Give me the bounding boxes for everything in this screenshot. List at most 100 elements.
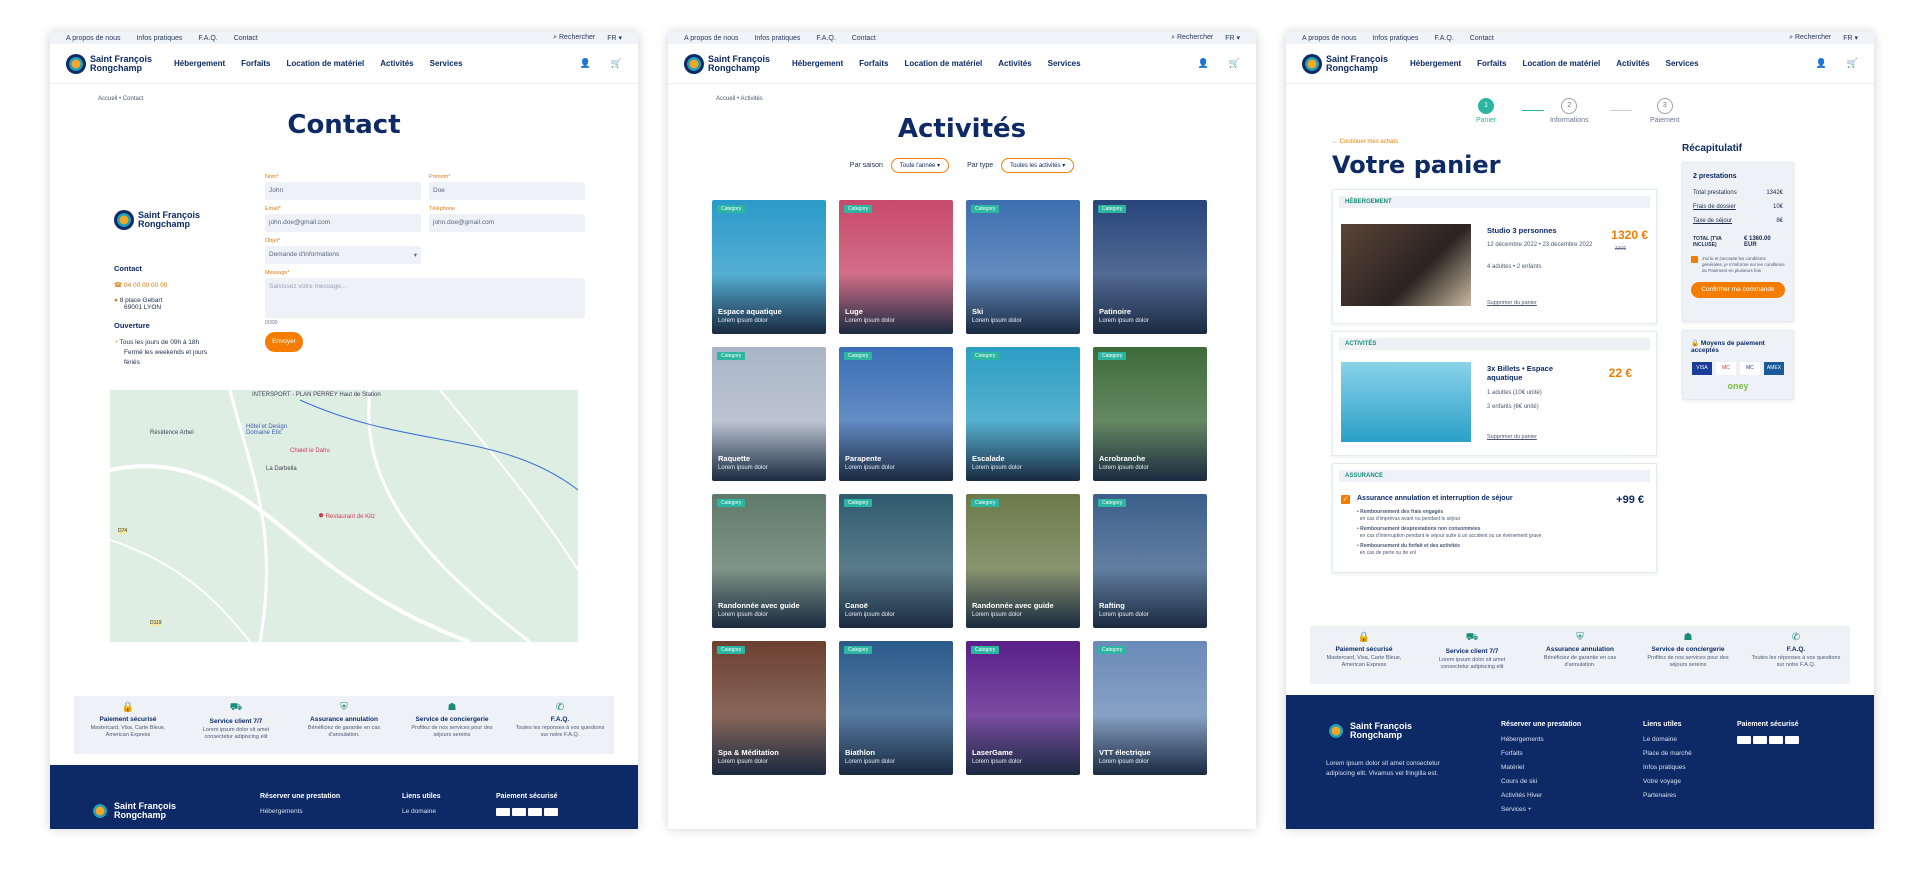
confirm-order-button[interactable]: Confirmer ma commande bbox=[1691, 282, 1785, 298]
footer-link[interactable]: Matériel bbox=[1501, 764, 1643, 771]
activity-card[interactable]: Category Randonnée avec guide Lorem ipsum … bbox=[712, 494, 826, 628]
footer-link[interactable]: Hébergements bbox=[1501, 736, 1643, 743]
topbar-link[interactable]: Contact bbox=[234, 35, 258, 42]
nav-item-location[interactable]: Location de matériel bbox=[286, 59, 364, 68]
topbar-link[interactable]: Infos pratiques bbox=[1372, 35, 1418, 42]
activity-card[interactable]: Category Acrobranche Lorem ipsum dolor bbox=[1093, 347, 1207, 481]
activity-card[interactable]: Category Biathlon Lorem ipsum dolor bbox=[839, 641, 953, 775]
topbar-link[interactable]: Contact bbox=[1470, 35, 1494, 42]
footer-link[interactable]: Cours de ski bbox=[1501, 778, 1643, 785]
nav-item-services[interactable]: Services bbox=[430, 59, 463, 68]
map-marker-chalet[interactable]: Chalet le Dahu bbox=[290, 448, 330, 454]
nom-field[interactable]: John bbox=[265, 182, 421, 200]
topbar-link[interactable]: Infos pratiques bbox=[136, 35, 182, 42]
footer-link[interactable]: Partenaires bbox=[1643, 792, 1737, 799]
hebergement-price: 1320 € bbox=[1611, 228, 1648, 242]
activity-card[interactable]: Category Parapente Lorem ipsum dolor bbox=[839, 347, 953, 481]
season-filter[interactable]: Toute l'année ▾ bbox=[890, 158, 950, 173]
brand-logo[interactable]: Saint François Rongchamp bbox=[66, 53, 152, 74]
brand-logo[interactable]: Saint François Rongchamp bbox=[1302, 53, 1388, 74]
remove-activite-link[interactable]: Supprimer du panier bbox=[1487, 434, 1537, 440]
activity-card[interactable]: Category LaserGame Lorem ipsum dolor bbox=[966, 641, 1080, 775]
main-nav: Saint François Rongchamp Hébergement Forf… bbox=[668, 44, 1256, 84]
nav-item-services[interactable]: Services bbox=[1048, 59, 1081, 68]
nav-item-hebergement[interactable]: Hébergement bbox=[1410, 59, 1461, 68]
topbar-link[interactable]: F.A.Q. bbox=[816, 35, 835, 42]
phone-number[interactable]: 04 00 00 00 00 bbox=[124, 282, 167, 289]
nav-item-activites[interactable]: Activités bbox=[1616, 59, 1649, 68]
cart-icon[interactable]: 🛒 bbox=[1847, 58, 1858, 69]
footer-link[interactable]: Infos pratiques bbox=[1643, 764, 1737, 771]
step-panier[interactable]: 1 Panier bbox=[1476, 98, 1496, 124]
map[interactable]: INTERSPORT - PLAN PERREY Haut de Station… bbox=[110, 390, 578, 642]
activity-card[interactable]: Category Escalade Lorem ipsum dolor bbox=[966, 347, 1080, 481]
cart-icon[interactable]: 🛒 bbox=[611, 58, 622, 69]
send-button[interactable]: Envoyer bbox=[265, 332, 303, 352]
chat-icon: ✆ bbox=[1791, 632, 1801, 643]
language-selector[interactable]: FR ▾ bbox=[1225, 34, 1240, 42]
activity-card[interactable]: Category Espace aquatique Lorem ipsum dolo… bbox=[712, 200, 826, 334]
footer-link[interactable]: Votre voyage bbox=[1643, 778, 1737, 785]
search-link[interactable]: ⌕ Rechercher bbox=[553, 34, 595, 42]
activity-card[interactable]: Category Ski Lorem ipsum dolor bbox=[966, 200, 1080, 334]
remove-hebergement-link[interactable]: Supprimer du panier bbox=[1487, 300, 1537, 306]
phone-field[interactable]: john.doe@gmail.com bbox=[429, 214, 585, 232]
topbar-link[interactable]: A propos de nous bbox=[66, 35, 121, 42]
objet-select[interactable]: Demande d'informations ▾ bbox=[265, 246, 421, 264]
topbar-link[interactable]: A propos de nous bbox=[1302, 35, 1357, 42]
footer-link[interactable]: Services + bbox=[1501, 806, 1643, 813]
topbar-link[interactable]: Contact bbox=[852, 35, 876, 42]
activity-card[interactable]: Category Patinoire Lorem ipsum dolor bbox=[1093, 200, 1207, 334]
cb-icon bbox=[544, 808, 558, 816]
email-field[interactable]: john.doe@gmail.com bbox=[265, 214, 421, 232]
nav-item-forfaits[interactable]: Forfaits bbox=[859, 59, 888, 68]
activity-card[interactable]: Category Randonnée avec guide Lorem ipsum … bbox=[966, 494, 1080, 628]
step-paiement[interactable]: 3 Paiement bbox=[1650, 98, 1680, 124]
step-informations[interactable]: 2 Informations bbox=[1550, 98, 1589, 124]
nav-item-forfaits[interactable]: Forfaits bbox=[241, 59, 270, 68]
user-icon[interactable]: 👤 bbox=[1198, 58, 1209, 69]
cgv-checkbox[interactable] bbox=[1691, 256, 1698, 263]
cart-icon[interactable]: 🛒 bbox=[1229, 58, 1240, 69]
search-link[interactable]: ⌕ Rechercher bbox=[1789, 34, 1831, 42]
activity-card[interactable]: Category Raquette Lorem ipsum dolor bbox=[712, 347, 826, 481]
footer-link[interactable]: Hébergements bbox=[260, 808, 402, 815]
type-filter[interactable]: Toutes les activités ▾ bbox=[1001, 158, 1075, 173]
footer-link[interactable]: Le domaine bbox=[1643, 736, 1737, 743]
footer-link[interactable]: Forfaits bbox=[1501, 750, 1643, 757]
nav-item-activites[interactable]: Activités bbox=[380, 59, 413, 68]
user-icon[interactable]: 👤 bbox=[580, 58, 591, 69]
nav-item-hebergement[interactable]: Hébergement bbox=[792, 59, 843, 68]
continue-shopping-link[interactable]: ← Continuer mes achats bbox=[1332, 139, 1398, 145]
footer-link[interactable]: Le domaine bbox=[402, 808, 496, 815]
nav-item-location[interactable]: Location de matériel bbox=[1522, 59, 1600, 68]
nav-item-forfaits[interactable]: Forfaits bbox=[1477, 59, 1506, 68]
footer-link[interactable]: Activités Hiver bbox=[1501, 792, 1643, 799]
topbar-link[interactable]: A propos de nous bbox=[684, 35, 739, 42]
activity-card[interactable]: Category Spa & Méditation Lorem ipsum dolo… bbox=[712, 641, 826, 775]
cb-icon bbox=[1785, 736, 1799, 744]
prenom-field[interactable]: Doe bbox=[429, 182, 585, 200]
brand-logo[interactable]: Saint François Rongchamp bbox=[684, 53, 770, 74]
footer-logo[interactable]: Saint François Rongchamp bbox=[90, 793, 260, 829]
message-textarea[interactable]: Saisissez votre message... bbox=[265, 278, 585, 318]
footer-logo[interactable]: Saint François Rongchamp bbox=[1326, 721, 1501, 741]
nav-item-hebergement[interactable]: Hébergement bbox=[174, 59, 225, 68]
language-selector[interactable]: FR ▾ bbox=[1843, 34, 1858, 42]
nav-item-services[interactable]: Services bbox=[1666, 59, 1699, 68]
activity-card[interactable]: Category Luge Lorem ipsum dolor bbox=[839, 200, 953, 334]
topbar-link[interactable]: F.A.Q. bbox=[1434, 35, 1453, 42]
nav-item-activites[interactable]: Activités bbox=[998, 59, 1031, 68]
user-icon[interactable]: 👤 bbox=[1816, 58, 1827, 69]
language-selector[interactable]: FR ▾ bbox=[607, 34, 622, 42]
activity-card[interactable]: Category VTT électrique Lorem ipsum dolor bbox=[1093, 641, 1207, 775]
map-marker-restaurant[interactable]: ● Restaurant de Kitz bbox=[318, 510, 375, 521]
topbar-link[interactable]: Infos pratiques bbox=[754, 35, 800, 42]
search-link[interactable]: ⌕ Rechercher bbox=[1171, 34, 1213, 42]
assurance-checkbox[interactable]: ✓ bbox=[1341, 495, 1350, 504]
nav-item-location[interactable]: Location de matériel bbox=[904, 59, 982, 68]
topbar-link[interactable]: F.A.Q. bbox=[198, 35, 217, 42]
footer-link[interactable]: Place de marché bbox=[1643, 750, 1737, 757]
activity-card[interactable]: Category Rafting Lorem ipsum dolor bbox=[1093, 494, 1207, 628]
activity-card[interactable]: Category Canoë Lorem ipsum dolor bbox=[839, 494, 953, 628]
